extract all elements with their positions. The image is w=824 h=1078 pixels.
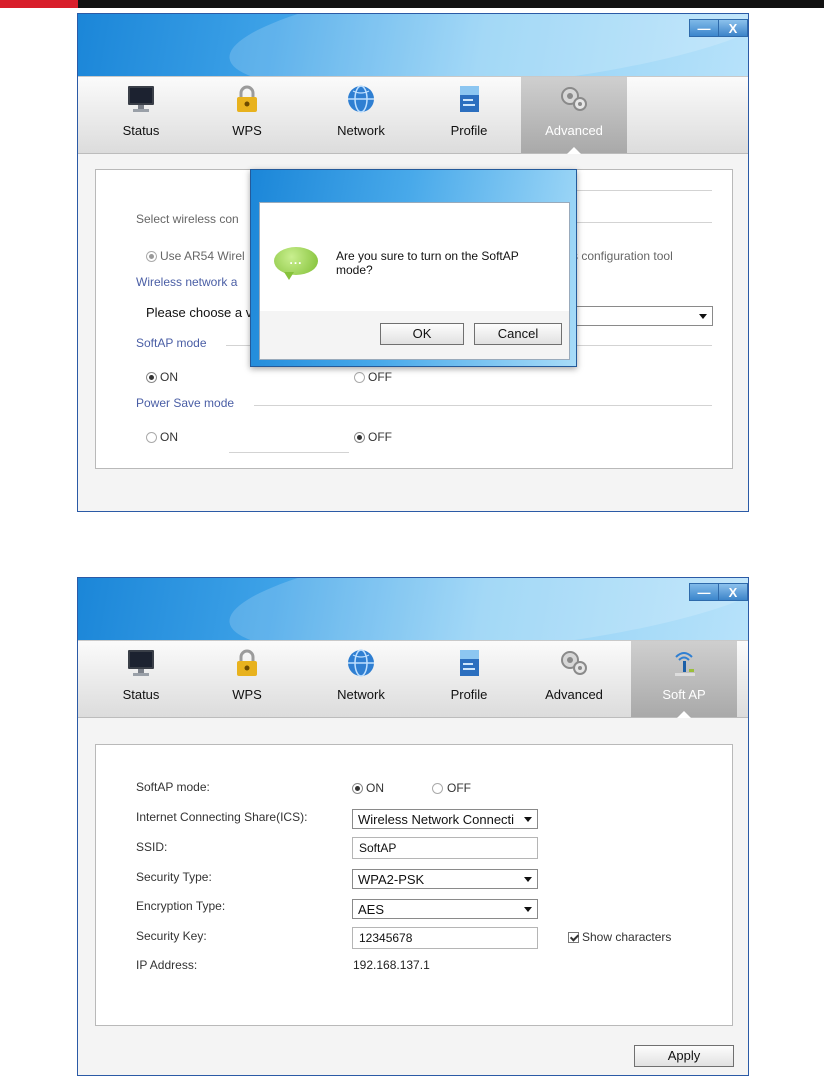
tab-label: Advanced xyxy=(545,123,603,138)
tab-status[interactable]: Status xyxy=(88,641,194,717)
tab-label: Profile xyxy=(450,687,488,702)
tab-soft-ap[interactable]: Soft AP xyxy=(631,641,737,718)
ssid-label: SSID: xyxy=(136,840,168,854)
title-bar: — X xyxy=(78,578,748,677)
minimize-button[interactable]: — xyxy=(689,583,719,601)
close-button[interactable]: X xyxy=(718,583,748,601)
softap-off-label: OFF xyxy=(447,781,471,795)
encryption-type-select[interactable]: AES xyxy=(352,899,538,919)
tab-profile[interactable]: Profile xyxy=(416,77,522,153)
lock-icon xyxy=(237,85,257,112)
tab-advanced[interactable]: Advanced xyxy=(521,641,627,717)
security-type-select[interactable]: WPA2-PSK xyxy=(352,869,538,889)
power-save-section-label: Power Save mode xyxy=(136,396,235,410)
tab-label: Status xyxy=(122,123,160,138)
tab-label: WPS xyxy=(232,687,262,702)
profile-icon xyxy=(460,650,479,676)
softap-off-radio[interactable] xyxy=(432,783,443,794)
lock-icon xyxy=(237,649,257,676)
gears-icon xyxy=(561,651,587,675)
utility-window-advanced: — X Status WPS Network Profile Advanced … xyxy=(77,13,749,512)
tab-network[interactable]: Network xyxy=(308,641,414,717)
monitor-icon xyxy=(128,86,154,112)
encryption-type-label: Encryption Type: xyxy=(136,899,226,913)
tab-label: WPS xyxy=(232,123,262,138)
tab-wps[interactable]: WPS xyxy=(194,641,300,717)
power-off-label: OFF xyxy=(368,430,392,444)
speech-bubble-icon: ... xyxy=(274,247,318,280)
ip-address-value: 192.168.137.1 xyxy=(353,958,430,972)
softap-on-radio[interactable] xyxy=(352,783,363,794)
globe-icon xyxy=(348,649,374,677)
apply-button[interactable]: Apply xyxy=(634,1045,734,1067)
security-key-input[interactable]: 12345678 xyxy=(352,927,538,949)
softap-settings-panel: SoftAP mode: ON OFF Internet Connecting … xyxy=(95,744,733,1026)
chevron-down-icon xyxy=(524,817,532,822)
ip-address-label: IP Address: xyxy=(136,958,198,972)
use-ar54-radio[interactable] xyxy=(146,251,157,262)
softap-mode-label: SoftAP mode: xyxy=(136,780,210,794)
select-wireless-label: Select wireless con xyxy=(136,212,239,226)
softap-mode-section-label: SoftAP mode xyxy=(136,336,207,350)
show-characters-label: Show characters xyxy=(582,930,672,944)
antenna-icon xyxy=(675,652,695,676)
confirm-softap-dialog: ... Are you sure to turn on the SoftAP m… xyxy=(250,169,577,367)
tab-advanced[interactable]: Advanced xyxy=(521,77,627,154)
wireless-network-label: Wireless network a xyxy=(136,275,238,289)
softap-on-label: ON xyxy=(366,781,384,795)
globe-icon xyxy=(348,85,374,113)
chevron-down-icon xyxy=(524,907,532,912)
power-on-label: ON xyxy=(160,430,178,444)
tab-label: Network xyxy=(337,123,385,138)
profile-icon xyxy=(460,86,479,112)
chevron-down-icon xyxy=(699,314,707,319)
softap-off-radio[interactable] xyxy=(354,372,365,383)
monitor-icon xyxy=(128,650,154,676)
chevron-down-icon xyxy=(524,877,532,882)
use-ar54-label: Use AR54 Wirel xyxy=(160,249,245,263)
utility-window-softap: — X Status WPS Network Profile Advanced … xyxy=(77,577,749,1076)
tab-label: Advanced xyxy=(545,687,603,702)
ssid-input[interactable]: SoftAP xyxy=(352,837,538,859)
ics-select[interactable]: Wireless Network Connecti xyxy=(352,809,538,829)
softap-off-label: OFF xyxy=(368,370,392,384)
tab-label: Status xyxy=(122,687,160,702)
title-bar: — X xyxy=(78,14,748,113)
tab-bar: Status WPS Network Profile xyxy=(78,76,748,154)
security-key-label: Security Key: xyxy=(136,929,207,943)
tab-label: Network xyxy=(337,687,385,702)
minimize-button[interactable]: — xyxy=(689,19,719,37)
tab-label: Soft AP xyxy=(662,687,706,702)
please-choose-label: Please choose a v xyxy=(146,305,253,320)
network-select[interactable] xyxy=(576,306,713,326)
brand-accent-bar xyxy=(0,0,78,8)
tab-wps[interactable]: WPS xyxy=(194,77,300,153)
ics-label: Internet Connecting Share(ICS): xyxy=(136,810,308,824)
tab-status[interactable]: Status xyxy=(88,77,194,153)
power-on-radio[interactable] xyxy=(146,432,157,443)
softap-on-label: ON xyxy=(160,370,178,384)
show-characters-checkbox[interactable] xyxy=(568,932,579,943)
cancel-button[interactable]: Cancel xyxy=(474,323,562,345)
security-type-label: Security Type: xyxy=(136,870,212,884)
ok-button[interactable]: OK xyxy=(380,323,464,345)
close-button[interactable]: X xyxy=(718,19,748,37)
tab-bar: Status WPS Network Profile xyxy=(78,640,748,718)
tab-network[interactable]: Network xyxy=(308,77,414,153)
page-header-bar xyxy=(0,0,824,8)
softap-on-radio[interactable] xyxy=(146,372,157,383)
tab-label: Profile xyxy=(450,123,488,138)
tab-profile[interactable]: Profile xyxy=(416,641,522,717)
gears-icon xyxy=(561,87,587,111)
power-off-radio[interactable] xyxy=(354,432,365,443)
dialog-message: Are you sure to turn on the SoftAP mode? xyxy=(336,249,519,277)
config-tool-label: s configuration tool xyxy=(572,249,673,263)
